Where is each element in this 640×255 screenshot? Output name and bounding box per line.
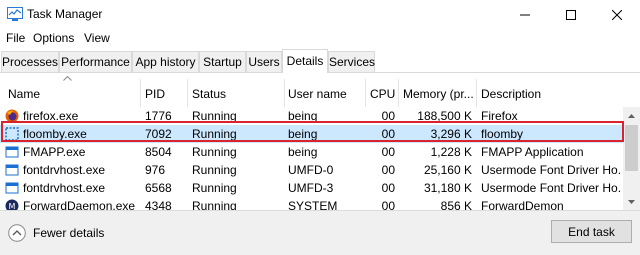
footer-bar: Fewer details End task [0,210,640,255]
app-window-icon [5,164,19,176]
tab-app-history[interactable]: App history [132,51,199,73]
scroll-up-button[interactable] [623,107,640,124]
maximize-icon [566,9,576,20]
minimize-icon [520,14,530,15]
app-window-icon [5,146,19,158]
cell-user: UMFD-3 [288,181,334,195]
menu-view[interactable]: View [84,31,110,45]
column-header-user-name[interactable]: User name [288,87,364,101]
cell-user: being [288,145,318,159]
fewer-details-link[interactable]: Fewer details [33,226,104,240]
column-separator[interactable] [284,79,285,107]
cell-cpu: 00 [381,199,395,210]
column-separator[interactable] [140,79,141,107]
tab-performance[interactable]: Performance [59,51,132,73]
tab-startup[interactable]: Startup [199,51,246,73]
scroll-down-button[interactable] [623,193,640,210]
cell-user: UMFD-0 [288,163,334,177]
cell-status: Running [192,199,237,210]
title-bar: Task Manager [0,0,640,29]
menu-file[interactable]: File [6,31,25,45]
tab-processes[interactable]: Processes [1,51,59,73]
column-header-description[interactable]: Description [481,87,621,101]
cell-pid: 4348 [145,199,172,210]
column-separator[interactable] [187,79,188,107]
chevron-up-icon [628,113,635,118]
cell-pid: 976 [145,163,166,177]
cell-memory: 25,160 K [423,163,472,177]
column-header-pid[interactable]: PID [145,87,187,101]
app-window-icon [5,182,19,194]
tab-users[interactable]: Users [246,51,282,73]
cell-name: ForwardDaemon.exe [23,199,136,210]
cell-cpu: 00 [381,181,395,195]
cell-memory: 856 K [440,199,472,210]
column-separator[interactable] [365,79,366,107]
cell-cpu: 00 [381,145,395,159]
cell-user: SYSTEM [288,199,338,210]
end-task-button[interactable]: End task [551,220,632,243]
table-row[interactable]: fontdrvhost.exe 976 Running UMFD-0 00 25… [0,161,623,179]
cell-name: FMAPP.exe [23,145,86,159]
cell-name: fontdrvhost.exe [23,163,106,177]
cell-memory: 31,180 K [423,181,472,195]
column-header-name[interactable]: Name [8,87,138,101]
cell-status: Running [192,163,237,177]
cell-pid: 8504 [145,145,172,159]
tab-bar: Processes Performance App history Startu… [0,49,640,73]
chevron-up-circle-icon[interactable] [8,224,26,242]
task-manager-icon [7,7,23,21]
window-title: Task Manager [27,7,103,21]
forward-daemon-icon: M [5,199,19,210]
cell-cpu: 00 [381,163,395,177]
table-row[interactable]: fontdrvhost.exe 6568 Running UMFD-3 00 3… [0,179,623,197]
column-separator[interactable] [398,79,399,107]
cell-status: Running [192,181,237,195]
close-icon [612,9,622,20]
process-table: Name PID Status User name CPU Memory (pr… [0,73,640,210]
column-separator[interactable] [476,79,477,107]
cell-pid: 6568 [145,181,172,195]
cell-name: fontdrvhost.exe [23,181,106,195]
cell-description: FMAPP Application [481,145,584,159]
cell-status: Running [192,145,237,159]
cell-description: ForwardDemon [481,199,564,210]
menu-options[interactable]: Options [33,31,74,45]
menu-bar: File Options View [0,29,640,49]
column-header-cpu[interactable]: CPU [370,87,395,101]
scroll-thumb[interactable] [625,125,638,171]
sort-ascending-icon[interactable] [63,76,72,81]
selection-highlight-box [1,121,624,142]
maximize-button[interactable] [548,0,594,29]
close-button[interactable] [594,0,640,29]
cell-description: Usermode Font Driver Ho... [481,163,621,177]
column-header-status[interactable]: Status [192,87,282,101]
cell-memory: 1,228 K [430,145,472,159]
table-row[interactable]: M ForwardDaemon.exe 4348 Running SYSTEM … [0,197,623,210]
tab-details[interactable]: Details [282,49,328,73]
table-row[interactable]: FMAPP.exe 8504 Running being 00 1,228 K … [0,143,623,161]
chevron-down-icon [628,199,635,204]
table-header: Name PID Status User name CPU Memory (pr… [0,73,623,107]
minimize-button[interactable] [502,0,548,29]
tab-services[interactable]: Services [328,51,375,73]
svg-text:M: M [9,202,16,210]
vertical-scrollbar[interactable] [623,107,640,210]
cell-description: Usermode Font Driver Ho... [481,181,621,195]
column-header-memory[interactable]: Memory (pr... [403,87,476,101]
